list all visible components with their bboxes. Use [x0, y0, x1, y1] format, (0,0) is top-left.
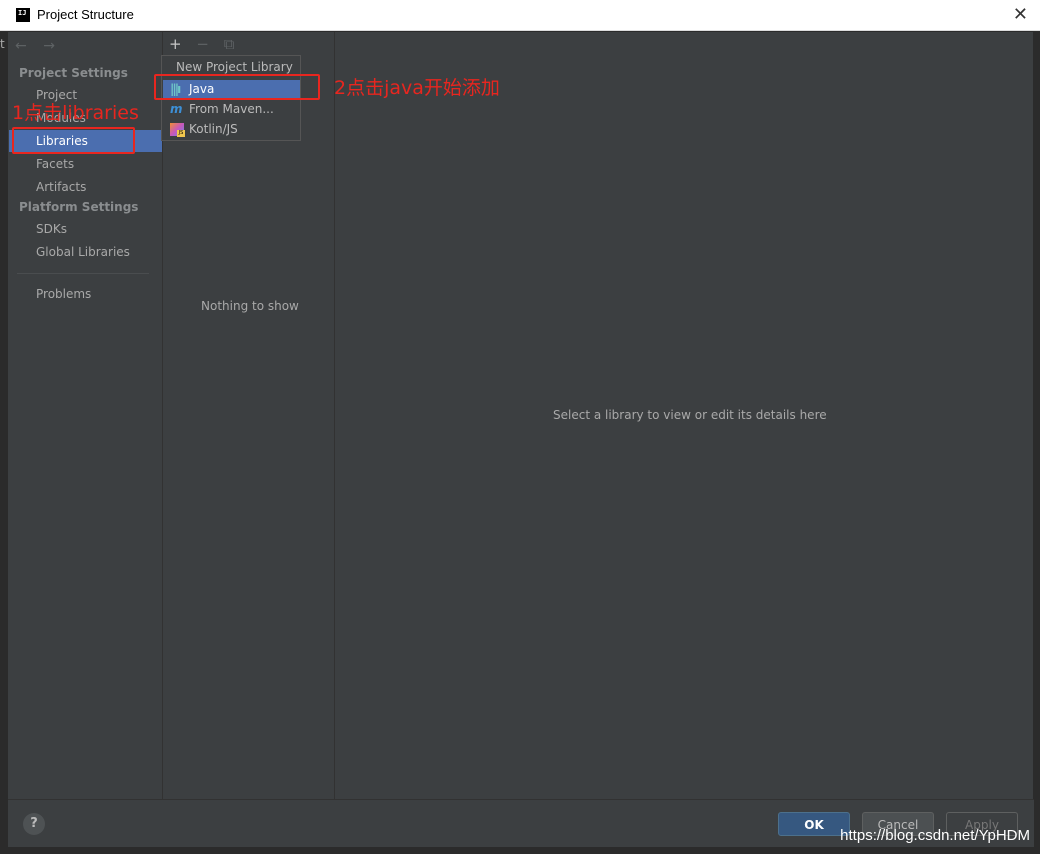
close-icon[interactable]: ✕ [1013, 4, 1028, 25]
libraries-list-panel: + − ⧉ Nothing to show [162, 32, 335, 799]
popup-item-maven[interactable]: m From Maven... [163, 100, 300, 119]
sidebar-item-global-libraries[interactable]: Global Libraries [9, 241, 162, 263]
library-detail-panel: Select a library to view or edit its det… [336, 32, 1033, 799]
platform-settings-heading: Platform Settings [19, 200, 139, 214]
popup-item-label: From Maven... [189, 102, 274, 116]
help-button[interactable]: ? [23, 813, 45, 835]
maven-icon: m [170, 102, 183, 116]
nav-arrows: ← → [15, 38, 67, 54]
annotation-box-java [154, 74, 320, 100]
add-icon[interactable]: + [169, 35, 182, 53]
title-bar: IJ Project Structure ✕ [0, 0, 1040, 31]
dialog-body: ← → Project Settings Project Modules Lib… [7, 31, 1034, 847]
sidebar-divider [17, 273, 149, 274]
sidebar-item-artifacts[interactable]: Artifacts [9, 176, 162, 198]
libraries-toolbar: + − ⧉ [169, 35, 244, 53]
sidebar-item-problems[interactable]: Problems [9, 283, 162, 305]
popup-header: New Project Library [176, 60, 293, 74]
remove-icon[interactable]: − [196, 35, 209, 53]
intellij-app-icon: IJ [16, 8, 30, 22]
annotation-step1-text: 1点击libraries [12, 102, 139, 124]
empty-list-text: Nothing to show [201, 299, 299, 313]
popup-item-label: Kotlin/JS [189, 122, 238, 136]
annotation-box-libraries [12, 127, 135, 154]
popup-item-kotlin-js[interactable]: JS Kotlin/JS [163, 120, 300, 139]
forward-arrow-icon[interactable]: → [43, 38, 55, 54]
back-arrow-icon[interactable]: ← [15, 38, 27, 54]
background-glyph: t [0, 37, 5, 51]
detail-placeholder-text: Select a library to view or edit its det… [553, 408, 827, 422]
sidebar-item-facets[interactable]: Facets [9, 153, 162, 175]
kotlin-js-icon: JS [170, 123, 185, 137]
watermark-text: https://blog.csdn.net/YpHDM [840, 827, 1030, 844]
window-title: Project Structure [37, 7, 134, 22]
project-settings-heading: Project Settings [19, 66, 128, 80]
copy-icon[interactable]: ⧉ [224, 35, 235, 53]
background-editor-edge: t [0, 31, 7, 854]
annotation-step2-text: 2点击java开始添加 [334, 77, 500, 99]
sidebar-item-sdks[interactable]: SDKs [9, 218, 162, 240]
